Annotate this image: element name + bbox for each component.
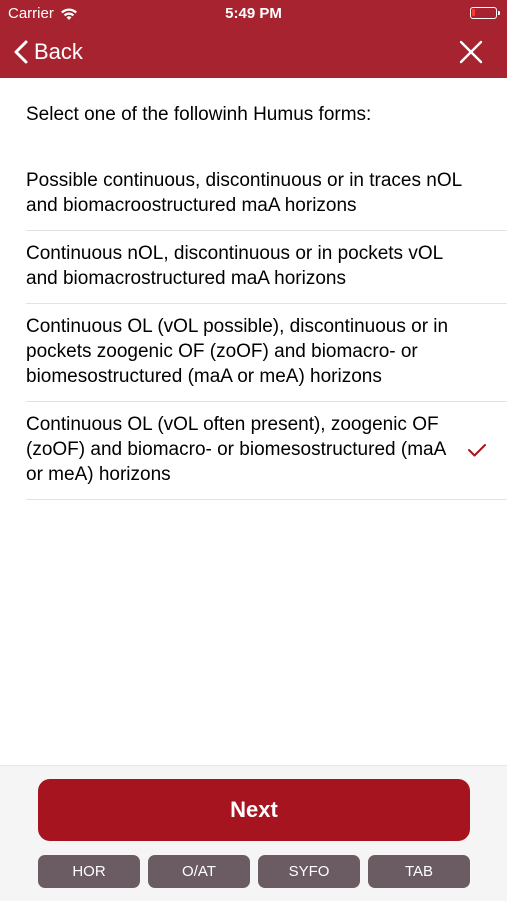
- option-label: Continuous nOL, discontinuous or in pock…: [26, 243, 443, 289]
- battery-level: [472, 9, 475, 16]
- section-tabs: HOR O/AT SYFO TAB: [38, 855, 470, 888]
- option-label: Continuous OL (vOL often present), zooge…: [26, 414, 446, 485]
- option-row[interactable]: Continuous OL (vOL possible), discontinu…: [26, 304, 507, 402]
- next-button[interactable]: Next: [38, 779, 470, 841]
- tab-syfo[interactable]: SYFO: [258, 855, 360, 888]
- chevron-left-icon: [14, 40, 28, 64]
- option-row[interactable]: Continuous nOL, discontinuous or in pock…: [26, 231, 507, 304]
- checkmark-icon: [468, 443, 486, 456]
- option-row-selected[interactable]: Continuous OL (vOL often present), zooge…: [26, 402, 507, 500]
- tab-o-at[interactable]: O/AT: [148, 855, 250, 888]
- option-row[interactable]: Possible continuous, discontinuous or in…: [26, 158, 507, 231]
- bottom-toolbar: Next HOR O/AT SYFO TAB: [0, 765, 507, 901]
- tab-tab[interactable]: TAB: [368, 855, 470, 888]
- back-button[interactable]: Back: [14, 36, 83, 68]
- battery-icon: [470, 7, 500, 19]
- tab-hor[interactable]: HOR: [38, 855, 140, 888]
- close-icon[interactable]: [457, 38, 485, 66]
- option-label: Possible continuous, discontinuous or in…: [26, 170, 462, 216]
- back-label: Back: [34, 39, 83, 64]
- question-prompt: Select one of the followinh Humus forms:: [26, 104, 372, 125]
- clock: 5:49 PM: [225, 5, 282, 22]
- status-bar: Carrier 5:49 PM: [0, 0, 507, 28]
- humus-form-options: Possible continuous, discontinuous or in…: [0, 158, 507, 500]
- option-label: Continuous OL (vOL possible), discontinu…: [26, 316, 449, 387]
- navigation-header: Carrier 5:49 PM Back: [0, 0, 507, 78]
